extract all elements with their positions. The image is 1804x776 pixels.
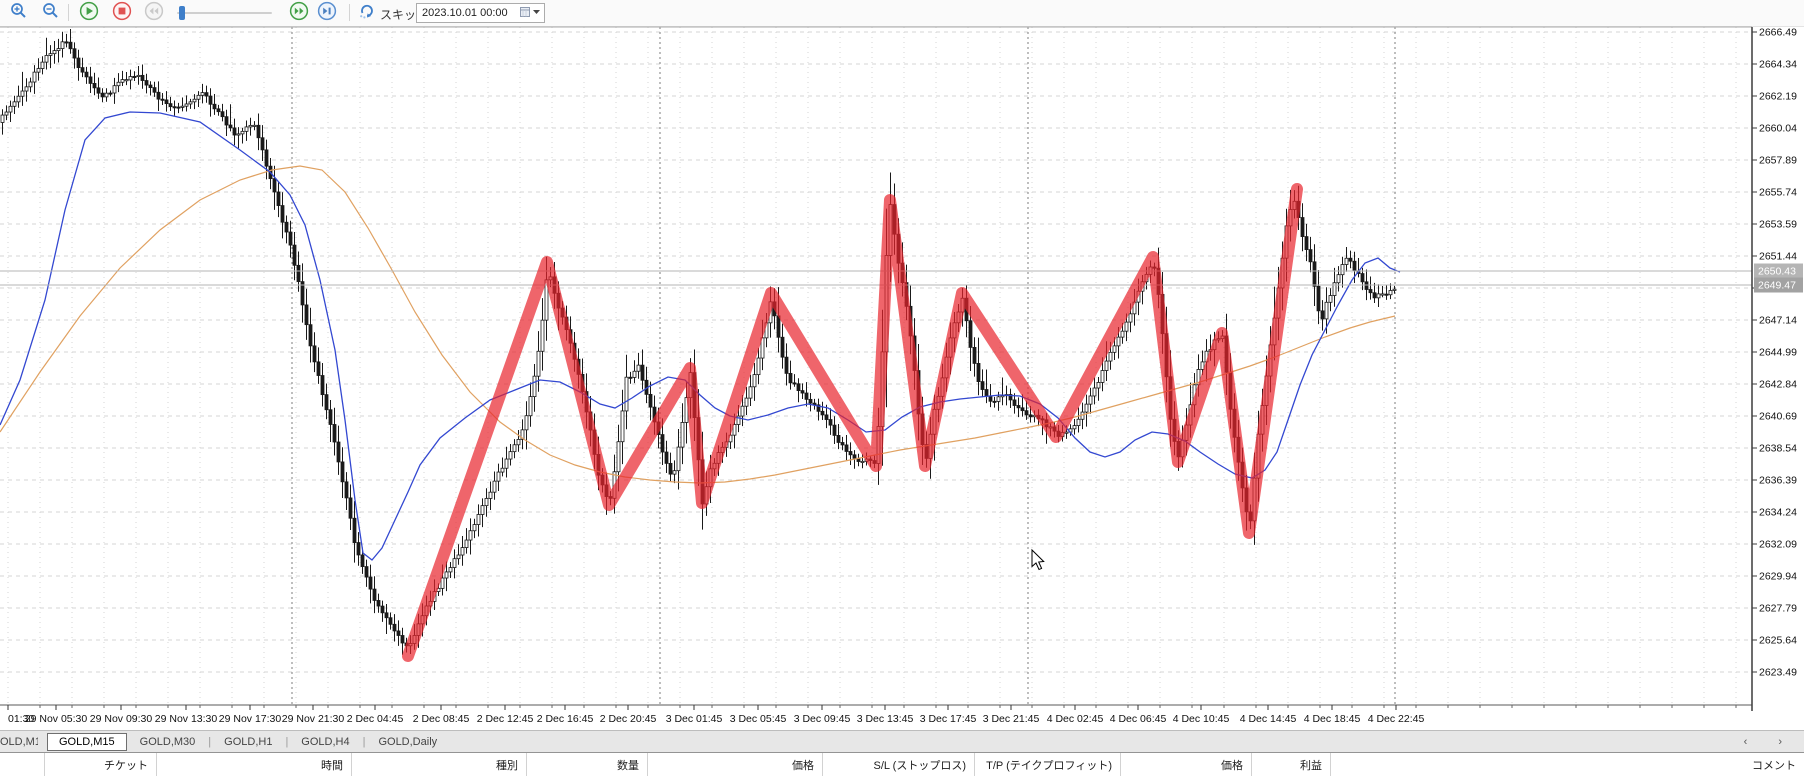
ask-price-tag: 2649.47 xyxy=(1754,278,1803,293)
svg-text:2649.47: 2649.47 xyxy=(1758,280,1796,292)
svg-text:2653.59: 2653.59 xyxy=(1759,219,1797,231)
svg-text:3 Dec 13:45: 3 Dec 13:45 xyxy=(857,713,914,725)
svg-text:2 Dec 16:45: 2 Dec 16:45 xyxy=(537,713,594,725)
tab-gold-m30[interactable]: GOLD,M30 xyxy=(140,736,196,748)
svg-text:2 Dec 20:45: 2 Dec 20:45 xyxy=(600,713,657,725)
mouse-cursor xyxy=(1032,550,1044,570)
svg-text:29 Nov 09:30: 29 Nov 09:30 xyxy=(90,713,153,725)
svg-text:2647.14: 2647.14 xyxy=(1759,315,1797,327)
tab-gold-h4[interactable]: GOLD,H4 xyxy=(301,736,349,748)
svg-text:4 Dec 06:45: 4 Dec 06:45 xyxy=(1110,713,1167,725)
svg-text:2660.04: 2660.04 xyxy=(1759,123,1797,135)
tab-old-m1[interactable]: OLD,M1 xyxy=(0,736,38,748)
svg-text:3 Dec 17:45: 3 Dec 17:45 xyxy=(920,713,977,725)
tab-divider: | xyxy=(208,736,211,748)
svg-text:29 Nov 13:30: 29 Nov 13:30 xyxy=(155,713,218,725)
column-header-4: 数量 xyxy=(527,753,648,776)
column-header-5: 価格 xyxy=(648,753,823,776)
svg-text:2664.34: 2664.34 xyxy=(1759,59,1797,71)
bid-ask-layer xyxy=(0,271,1752,285)
svg-text:2625.64: 2625.64 xyxy=(1759,635,1797,647)
column-header-8: 価格 xyxy=(1121,753,1252,776)
svg-text:2 Dec 04:45: 2 Dec 04:45 xyxy=(347,713,404,725)
svg-text:2640.69: 2640.69 xyxy=(1759,411,1797,423)
column-header-10: コメント xyxy=(1331,753,1804,776)
svg-text:2642.84: 2642.84 xyxy=(1759,379,1797,391)
tab-scroll-arrows[interactable]: ‹ › xyxy=(1744,736,1796,748)
column-header-6: S/L (ストップロス) xyxy=(823,753,975,776)
column-header-7: T/P (テイクプロフィット) xyxy=(975,753,1121,776)
svg-text:2634.24: 2634.24 xyxy=(1759,507,1797,519)
svg-text:4 Dec 14:45: 4 Dec 14:45 xyxy=(1240,713,1297,725)
svg-text:2629.94: 2629.94 xyxy=(1759,571,1797,583)
svg-text:2650.43: 2650.43 xyxy=(1758,266,1796,278)
svg-text:2623.49: 2623.49 xyxy=(1759,667,1797,679)
svg-text:2655.74: 2655.74 xyxy=(1759,187,1797,199)
svg-text:4 Dec 10:45: 4 Dec 10:45 xyxy=(1173,713,1230,725)
tab-gold-h1[interactable]: GOLD,H1 xyxy=(224,736,272,748)
column-header-blank xyxy=(0,753,45,776)
tab-gold-m15[interactable]: GOLD,M15 xyxy=(47,733,127,751)
svg-text:4 Dec 18:45: 4 Dec 18:45 xyxy=(1304,713,1361,725)
svg-text:2627.79: 2627.79 xyxy=(1759,603,1797,615)
candles-layer xyxy=(1,29,1396,655)
price-axis: 2666.49 2664.34 2662.19 2660.04 2657.89 2655.… xyxy=(1752,27,1803,679)
mt5-tester-window: スキップ 2023.10.01 00:00 2666.492664.342662… xyxy=(0,0,1804,776)
tab-divider: | xyxy=(285,736,288,748)
svg-text:2651.44: 2651.44 xyxy=(1759,251,1797,263)
tab-gold-daily[interactable]: GOLD,Daily xyxy=(378,736,437,748)
svg-text:2636.39: 2636.39 xyxy=(1759,475,1797,487)
column-header-1: チケット xyxy=(45,753,157,776)
svg-text:4 Dec 22:45: 4 Dec 22:45 xyxy=(1368,713,1425,725)
svg-text:2666.49: 2666.49 xyxy=(1759,27,1797,39)
svg-text:2662.19: 2662.19 xyxy=(1759,91,1797,103)
svg-text:29 Nov 17:30: 29 Nov 17:30 xyxy=(219,713,282,725)
tab-divider: | xyxy=(363,736,366,748)
positions-table-header: チケット時間種別数量価格S/L (ストップロス)T/P (テイクプロフィット)価… xyxy=(0,752,1804,776)
column-header-3: 種別 xyxy=(352,753,527,776)
svg-text:3 Dec 01:45: 3 Dec 01:45 xyxy=(666,713,723,725)
svg-text:2644.99: 2644.99 xyxy=(1759,347,1797,359)
svg-text:29 Nov 21:30: 29 Nov 21:30 xyxy=(282,713,345,725)
svg-text:2657.89: 2657.89 xyxy=(1759,155,1797,167)
svg-text:2638.54: 2638.54 xyxy=(1759,443,1797,455)
svg-text:29 Nov 05:30: 29 Nov 05:30 xyxy=(25,713,88,725)
svg-text:3 Dec 21:45: 3 Dec 21:45 xyxy=(983,713,1040,725)
chart-canvas[interactable]: 2666.49 2664.34 2662.19 2660.04 2657.89 2655.… xyxy=(0,0,1804,776)
zigzag-overlay xyxy=(408,189,1297,656)
svg-text:3 Dec 05:45: 3 Dec 05:45 xyxy=(730,713,787,725)
time-axis: 01:3029 Nov 05:3029 Nov 09:3029 Nov 13:3… xyxy=(8,705,1736,725)
svg-text:3 Dec 09:45: 3 Dec 09:45 xyxy=(794,713,851,725)
svg-text:2 Dec 12:45: 2 Dec 12:45 xyxy=(477,713,534,725)
timeframe-tabbar: OLD,M1 GOLD,M15 GOLD,M30 | GOLD,H1 | GOLD,H4 | G… xyxy=(0,730,1804,753)
column-header-2: 時間 xyxy=(157,753,352,776)
bid-price-tag: 2650.43 xyxy=(1754,264,1803,279)
zigzag-line xyxy=(408,189,1297,656)
svg-text:2632.09: 2632.09 xyxy=(1759,539,1797,551)
svg-text:2 Dec 08:45: 2 Dec 08:45 xyxy=(413,713,470,725)
svg-text:4 Dec 02:45: 4 Dec 02:45 xyxy=(1047,713,1104,725)
column-header-9: 利益 xyxy=(1252,753,1331,776)
